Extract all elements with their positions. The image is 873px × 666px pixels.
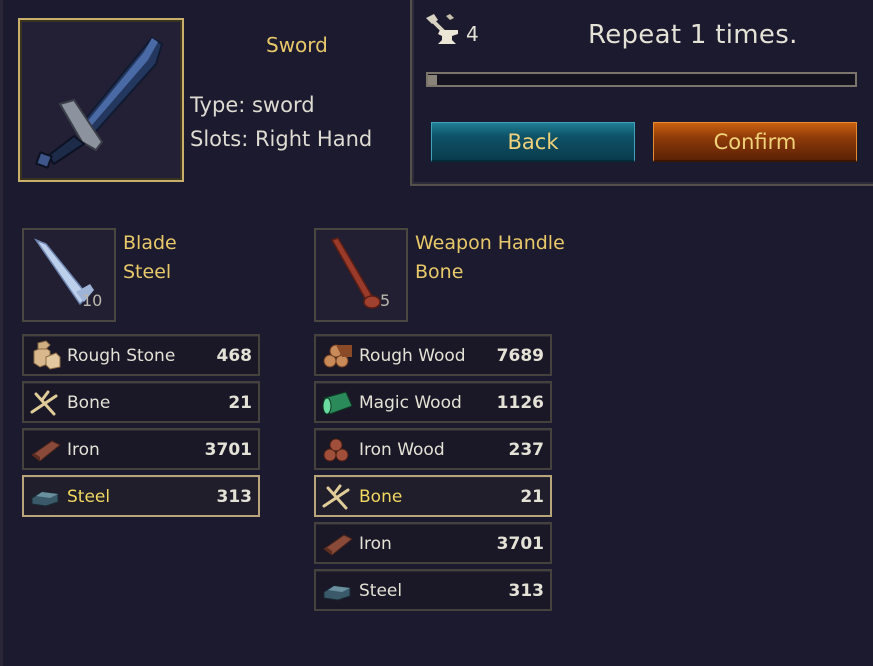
handle-material-iron-wood[interactable]: Iron Wood 237 [314, 428, 552, 470]
steel-icon [323, 585, 351, 601]
material-qty: 3701 [204, 440, 252, 460]
rough-stone-icon [33, 340, 61, 370]
material-name: Rough Wood [359, 346, 466, 366]
handle-material-rough-wood[interactable]: Rough Wood 7689 [314, 334, 552, 376]
item-preview [18, 18, 184, 182]
blade-material-bone[interactable]: Bone 21 [22, 381, 260, 423]
material-name: Bone [67, 393, 111, 413]
handle-name: Weapon Handle [415, 232, 565, 254]
repeat-slider-handle[interactable] [428, 75, 437, 85]
blade-material-steel[interactable]: Steel 313 [22, 475, 260, 517]
weapon-handle-slot[interactable] [314, 228, 408, 322]
handle-count: 5 [380, 291, 391, 310]
magic-wood-icon [322, 391, 353, 415]
iron-wood-icon [323, 438, 349, 462]
material-qty: 1126 [496, 393, 544, 413]
confirm-button[interactable]: Confirm [653, 122, 857, 162]
blade-material-rough-stone[interactable]: Rough Stone 468 [22, 334, 260, 376]
material-name: Steel [67, 487, 111, 507]
item-slots: Slots: Right Hand [190, 127, 373, 151]
rough-wood-icon [323, 344, 352, 368]
blade-name: Blade [123, 232, 177, 254]
anvil-hammer-icon [426, 14, 458, 44]
item-title: Sword [266, 33, 328, 57]
handle-material-steel[interactable]: Steel 313 [314, 569, 552, 611]
material-qty: 468 [216, 346, 253, 366]
back-button[interactable]: Back [431, 122, 635, 162]
repeat-slider[interactable] [426, 72, 857, 87]
material-qty: 313 [216, 487, 253, 507]
iron-icon [323, 534, 353, 556]
steel-icon [31, 491, 59, 507]
handle-material-bone[interactable]: Bone 21 [314, 475, 552, 517]
material-name: Iron [359, 534, 392, 554]
blade-material: Steel [123, 261, 172, 283]
handle-material-magic-wood[interactable]: Magic Wood 1126 [314, 381, 552, 423]
blade-material-iron[interactable]: Iron 3701 [22, 428, 260, 470]
iron-icon [31, 440, 61, 462]
material-name: Rough Stone [67, 346, 176, 366]
handle-material-iron[interactable]: Iron 3701 [314, 522, 552, 564]
repeat-text: Repeat 1 times. [588, 20, 798, 50]
material-qty: 3701 [496, 534, 544, 554]
material-qty: 313 [508, 581, 545, 601]
material-name: Magic Wood [359, 393, 462, 413]
bone-icon [322, 484, 350, 510]
material-name: Bone [359, 487, 403, 507]
handle-icon [330, 237, 381, 309]
material-name: Iron [67, 440, 100, 460]
item-type: Type: sword [190, 93, 315, 117]
material-qty: 237 [508, 440, 545, 460]
material-qty: 21 [228, 393, 252, 413]
material-qty: 21 [520, 487, 544, 507]
bone-icon [30, 390, 58, 416]
material-qty: 7689 [496, 346, 544, 366]
blade-count: 10 [82, 291, 103, 310]
sword-icon [35, 36, 164, 169]
material-name: Iron Wood [359, 440, 445, 460]
material-name: Steel [359, 581, 403, 601]
craft-count: 4 [466, 22, 479, 46]
handle-material: Bone [415, 261, 464, 283]
